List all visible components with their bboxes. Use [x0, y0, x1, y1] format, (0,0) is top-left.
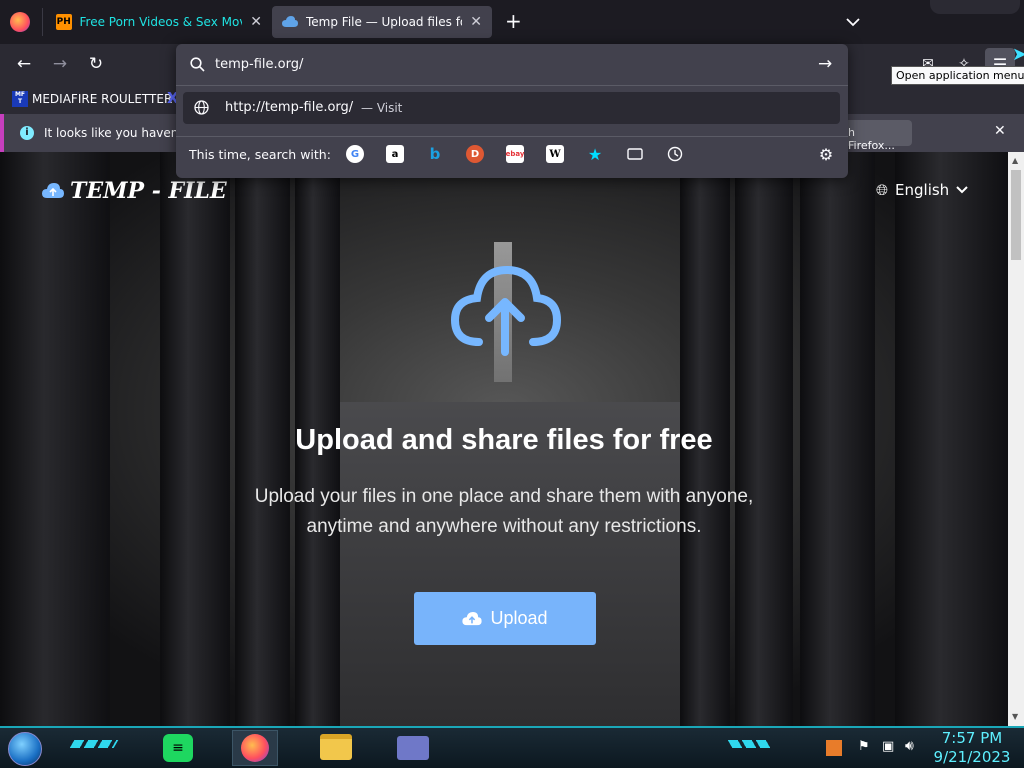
page-content: TEMP - FILE 🌐︎ English Upload and share …	[0, 152, 1008, 726]
volume-icon[interactable]: 🔊︎	[905, 738, 914, 754]
hero-subtext-line2: anytime and anywhere without any restric…	[306, 516, 702, 537]
mediafire-favicon-icon: MF T	[12, 91, 28, 107]
hero-headline: Upload and share files for free	[295, 424, 713, 456]
list-all-tabs-chevron-icon[interactable]	[846, 12, 860, 31]
globe-icon	[194, 100, 209, 115]
taskbar-deco-left	[69, 740, 119, 748]
search-settings-gear-icon[interactable]: ⚙	[817, 145, 835, 164]
tab-divider	[42, 8, 43, 36]
tab-1[interactable]: PH Free Porn Videos & Sex Movies ✕	[46, 6, 272, 38]
google-icon[interactable]: G	[346, 145, 364, 163]
go-arrow-icon[interactable]: →	[818, 54, 832, 74]
urlbar-input-row[interactable]: temp-file.org/ →	[176, 44, 848, 86]
back-arrow-icon[interactable]: ←	[11, 52, 37, 76]
info-icon: i	[20, 126, 34, 140]
spotify-taskbar-icon[interactable]: ≡	[163, 734, 193, 762]
ebay-icon[interactable]: ebay	[506, 145, 524, 163]
window-controls[interactable]	[930, 0, 1020, 14]
app-taskbar-icon[interactable]	[397, 736, 429, 760]
chevron-down-icon	[956, 186, 968, 194]
cloud-upload-logo-icon	[42, 183, 64, 198]
globe-icon: 🌐︎	[876, 181, 889, 199]
flag-icon[interactable]: ⚑	[858, 739, 870, 754]
bookmark-mediafire-label: MEDIAFIRE ROULETTER	[32, 92, 173, 106]
upload-button[interactable]: Upload	[414, 592, 596, 645]
pornhub-favicon-icon: PH	[56, 14, 72, 30]
taskbar-deco-right	[727, 740, 773, 748]
tab-strip: PH Free Porn Videos & Sex Movies ✕ Temp …	[0, 0, 1024, 44]
tooltip-text: Open application menu	[896, 69, 1024, 82]
firefox-view-icon[interactable]	[10, 12, 30, 32]
taskbar: ≡ ⚑ ▣ 🔊︎ 7:57 PM 9/21/2023	[0, 726, 1024, 768]
site-logo-text: TEMP - FILE	[70, 178, 227, 204]
notice-action-button[interactable]: h Firefox...	[838, 120, 912, 152]
reload-icon[interactable]: ↻	[83, 52, 109, 76]
tab-1-title: Free Porn Videos & Sex Movies	[79, 15, 243, 29]
tab-2-close-icon[interactable]: ✕	[470, 14, 482, 30]
tray-app-icon[interactable]	[826, 740, 842, 756]
upload-button-label: Upload	[490, 608, 548, 628]
duckduckgo-icon[interactable]: D	[466, 145, 484, 163]
file-explorer-taskbar-icon[interactable]	[320, 734, 352, 760]
search-engine-row: This time, search with: G a b D ebay W ★…	[176, 136, 848, 172]
scroll-thumb[interactable]	[1011, 170, 1021, 260]
firefox-taskbar-icon[interactable]	[232, 730, 278, 766]
tab-1-close-icon[interactable]: ✕	[250, 14, 262, 30]
url-suggestion-row[interactable]: http://temp-file.org/ — Visit	[183, 92, 840, 124]
language-label: English	[895, 181, 950, 199]
network-icon[interactable]: ▣	[882, 739, 894, 754]
bookmark-mediafire[interactable]: MF T MEDIAFIRE ROULETTER	[12, 89, 172, 109]
cloud-upload-hero-icon	[450, 265, 562, 356]
forward-arrow-icon[interactable]: →	[47, 52, 73, 76]
wikipedia-icon[interactable]: W	[546, 145, 564, 163]
urlbar-dropdown: temp-file.org/ → http://temp-file.org/ —…	[176, 44, 848, 178]
tab-2[interactable]: Temp File — Upload files for fre ✕	[272, 6, 492, 38]
suggestion-action: — Visit	[361, 101, 403, 115]
site-logo[interactable]: TEMP - FILE	[42, 178, 227, 204]
notice-text: It looks like you haven't s	[44, 126, 197, 140]
tooltip: Open application menu	[891, 66, 1024, 85]
cloud-favicon-icon	[282, 14, 298, 30]
start-orb-icon[interactable]	[8, 732, 42, 766]
cloud-upload-button-icon	[462, 611, 483, 625]
notice-close-icon[interactable]: ✕	[994, 123, 1006, 139]
tab-2-title: Temp File — Upload files for fre	[306, 15, 462, 29]
bookmarks-star-icon[interactable]: ★	[586, 145, 604, 164]
tabs-icon[interactable]	[626, 145, 644, 163]
suggestion-url: http://temp-file.org/	[225, 100, 354, 115]
urlbar-input[interactable]: temp-file.org/	[215, 57, 303, 72]
search-icon	[190, 57, 205, 72]
page-scrollbar[interactable]: ▲ ▼	[1008, 152, 1024, 726]
amazon-icon[interactable]: a	[386, 145, 404, 163]
clock-date[interactable]: 9/21/2023	[924, 748, 1020, 766]
notice-action-label: h Firefox...	[848, 126, 895, 152]
history-clock-icon[interactable]	[666, 145, 684, 163]
scroll-down-arrow-icon[interactable]: ▼	[1012, 712, 1018, 721]
scroll-up-arrow-icon[interactable]: ▲	[1012, 156, 1018, 165]
language-selector[interactable]: 🌐︎ English	[876, 181, 968, 199]
bing-icon[interactable]: b	[426, 145, 444, 163]
hero-subtext-line1: Upload your files in one place and share…	[254, 486, 754, 507]
new-tab-plus-icon[interactable]: +	[505, 11, 522, 31]
mouse-cursor-icon: ➤	[1012, 44, 1024, 65]
search-with-label: This time, search with:	[189, 147, 331, 162]
clock-time[interactable]: 7:57 PM	[924, 729, 1020, 747]
